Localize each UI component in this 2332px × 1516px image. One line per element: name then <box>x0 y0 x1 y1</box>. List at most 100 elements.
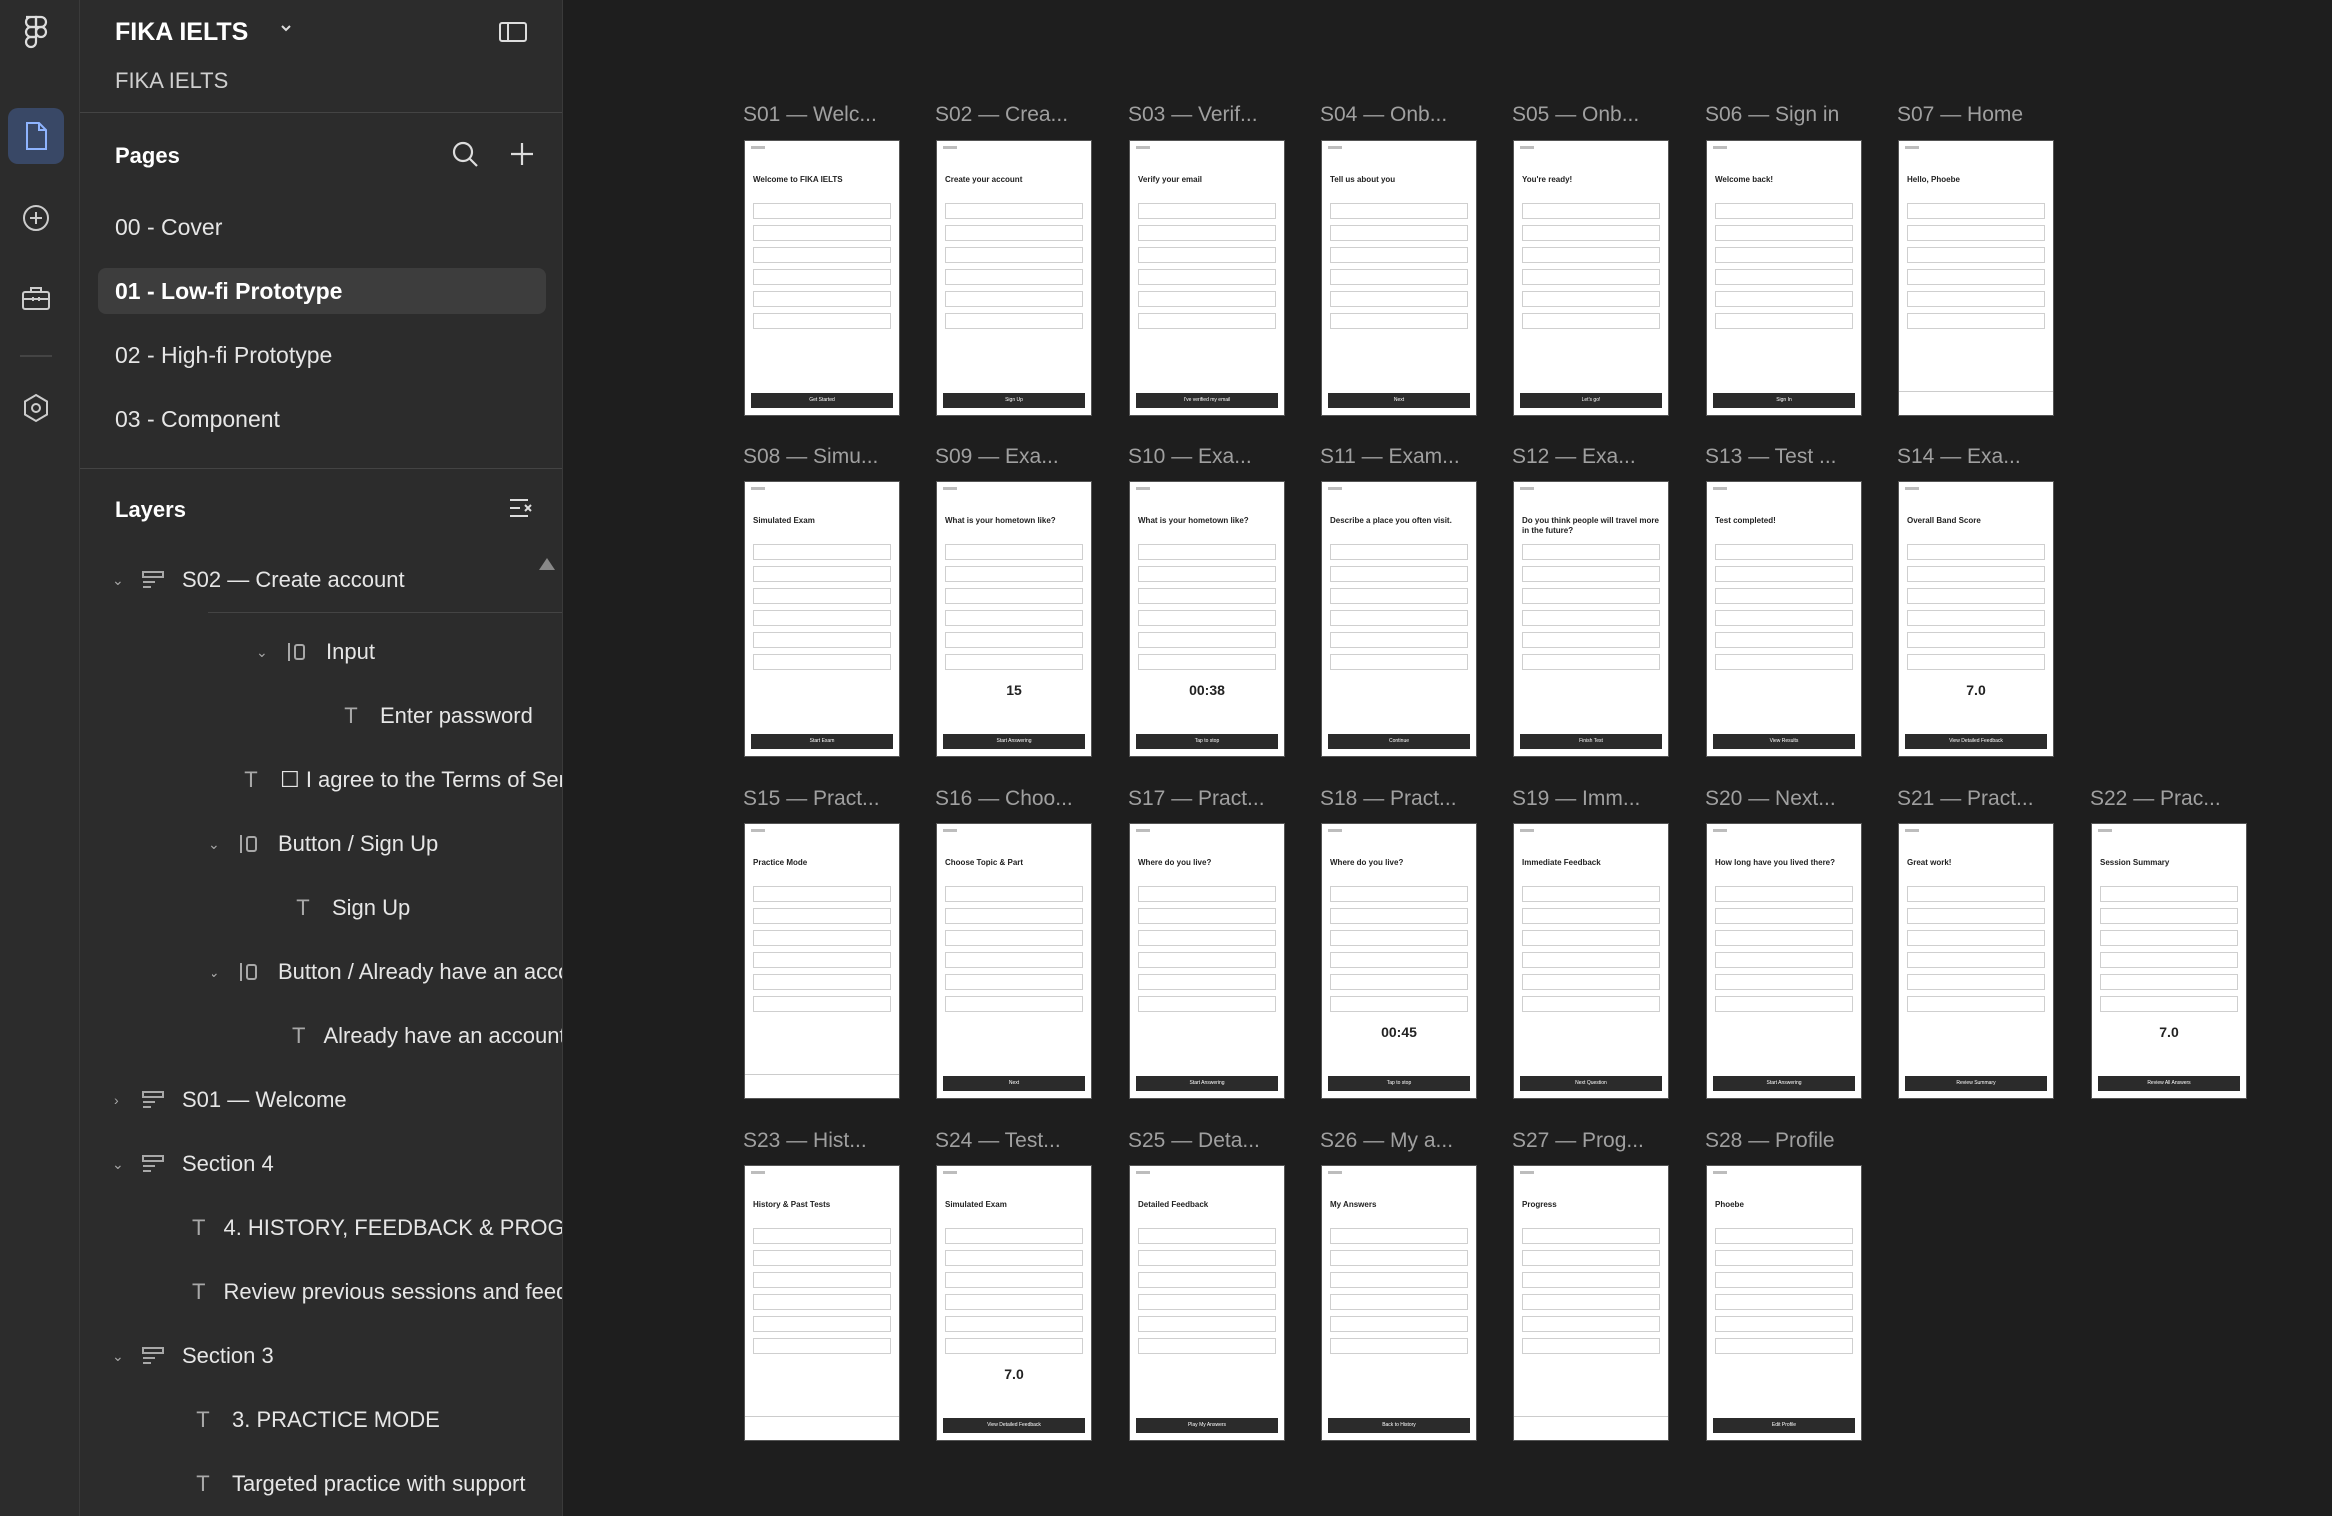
cta-button[interactable]: View Results <box>1713 734 1855 749</box>
page-item-high-fi-prototype[interactable]: 02 - High-fi Prototype <box>98 332 546 378</box>
screen-frame[interactable]: Practice Mode <box>744 823 900 1099</box>
layer-row-frame[interactable]: ⌄ Section 4 <box>112 1144 522 1184</box>
frame-label[interactable]: S02 — Crea... <box>935 103 1093 127</box>
layer-row-text[interactable]: T 4. HISTORY, FEEDBACK & PROGRESS <box>192 1208 562 1248</box>
cta-button[interactable]: Back to History <box>1328 1418 1470 1433</box>
toolbox-icon[interactable] <box>8 270 64 326</box>
frame-label[interactable]: S05 — Onb... <box>1512 103 1670 127</box>
search-icon[interactable] <box>451 140 479 173</box>
cta-button[interactable]: Next <box>1328 393 1470 408</box>
add-page-plus-icon[interactable] <box>508 140 536 173</box>
screen-frame[interactable]: Simulated Exam Start Exam <box>744 481 900 757</box>
cta-button[interactable]: View Detailed Feedback <box>1905 734 2047 749</box>
frame-label[interactable]: S11 — Exam... <box>1320 445 1478 469</box>
frame-label[interactable]: S21 — Pract... <box>1897 787 2055 811</box>
frame-label[interactable]: S04 — Onb... <box>1320 103 1478 127</box>
frame-label[interactable]: S09 — Exa... <box>935 445 1093 469</box>
screen-frame[interactable]: Great work! Review Summary <box>1898 823 2054 1099</box>
screen-frame[interactable]: Progress <box>1513 1165 1669 1441</box>
frame-label[interactable]: S24 — Test... <box>935 1129 1093 1153</box>
collapse-layers-icon[interactable] <box>508 496 536 527</box>
page-item-low-fi-prototype[interactable]: 01 - Low-fi Prototype <box>98 268 546 314</box>
frame-label[interactable]: S28 — Profile <box>1705 1129 1863 1153</box>
layer-row-text[interactable]: T Sign Up <box>292 888 562 928</box>
layer-row-text[interactable]: T Targeted practice with support <box>192 1464 562 1504</box>
frame-label[interactable]: S03 — Verif... <box>1128 103 1286 127</box>
frame-label[interactable]: S22 — Prac... <box>2090 787 2248 811</box>
sidebar-toggle-icon[interactable] <box>498 20 528 49</box>
plugins-hex-icon[interactable] <box>8 380 64 436</box>
screen-frame[interactable]: Describe a place you often visit. Continu… <box>1321 481 1477 757</box>
cta-button[interactable]: Sign In <box>1713 393 1855 408</box>
frame-label[interactable]: S25 — Deta... <box>1128 1129 1286 1153</box>
layer-row-autolayout[interactable]: ⌄ Button / Sign Up <box>208 824 562 864</box>
layer-row-frame[interactable]: ⌄ S02 — Create account <box>112 560 522 600</box>
frame-label[interactable]: S15 — Pract... <box>743 787 901 811</box>
frame-label[interactable]: S13 — Test ... <box>1705 445 1863 469</box>
cta-button[interactable]: Sign Up <box>943 393 1085 408</box>
screen-frame[interactable]: How long have you lived there? Start Answ… <box>1706 823 1862 1099</box>
layer-row-autolayout[interactable]: ⌄ Input <box>256 632 560 672</box>
cta-button[interactable]: Review All Answers <box>2098 1076 2240 1091</box>
scroll-up-arrow-icon[interactable] <box>537 556 557 577</box>
frame-label[interactable]: S07 — Home <box>1897 103 2055 127</box>
screen-frame[interactable]: Immediate Feedback Next Question <box>1513 823 1669 1099</box>
screen-frame[interactable]: Where do you live? Start Answering <box>1129 823 1285 1099</box>
cta-button[interactable]: Play My Answers <box>1136 1418 1278 1433</box>
layer-row-frame[interactable]: ⌄ Section 3 <box>112 1336 522 1376</box>
frame-label[interactable]: S18 — Pract... <box>1320 787 1478 811</box>
screen-frame[interactable]: Session Summary 7.0 Review All Answers <box>2091 823 2247 1099</box>
screen-frame[interactable]: Choose Topic & Part Next <box>936 823 1092 1099</box>
screen-frame[interactable]: My Answers Back to History <box>1321 1165 1477 1441</box>
cta-button[interactable]: Review Summary <box>1905 1076 2047 1091</box>
cta-button[interactable]: Get Started <box>751 393 893 408</box>
chevron-down-icon[interactable] <box>278 20 294 41</box>
screen-frame[interactable]: Overall Band Score 7.0 View Detailed Feedb… <box>1898 481 2054 757</box>
cta-button[interactable]: Start Answering <box>1713 1076 1855 1091</box>
screen-frame[interactable]: Do you think people will travel more in … <box>1513 481 1669 757</box>
figma-logo-icon[interactable] <box>8 4 64 60</box>
screen-frame[interactable]: You're ready! Let's go! <box>1513 140 1669 416</box>
screen-frame[interactable]: Test completed! View Results <box>1706 481 1862 757</box>
layer-row-autolayout[interactable]: ⌄ Button / Already have an account <box>212 952 562 992</box>
layer-row-frame[interactable]: › S01 — Welcome <box>114 1080 522 1120</box>
frame-label[interactable]: S20 — Next... <box>1705 787 1863 811</box>
cta-button[interactable]: Finish Test <box>1520 734 1662 749</box>
design-canvas[interactable]: S01 — Welc... Welcome to FIKA IELTS Get St… <box>563 0 2332 1516</box>
frame-label[interactable]: S08 — Simu... <box>743 445 901 469</box>
screen-frame[interactable]: Phoebe Edit Profile <box>1706 1165 1862 1441</box>
cta-button[interactable]: Start Answering <box>943 734 1085 749</box>
frame-label[interactable]: S27 — Prog... <box>1512 1129 1670 1153</box>
cta-button[interactable]: Tap to stop <box>1136 734 1278 749</box>
frame-label[interactable]: S16 — Choo... <box>935 787 1093 811</box>
cta-button[interactable]: Edit Profile <box>1713 1418 1855 1433</box>
cta-button[interactable]: Let's go! <box>1520 393 1662 408</box>
frame-label[interactable]: S06 — Sign in <box>1705 103 1863 127</box>
screen-frame[interactable]: Welcome back! Sign In <box>1706 140 1862 416</box>
cta-button[interactable]: Next <box>943 1076 1085 1091</box>
layer-row-text[interactable]: T Already have an account? Sign in <box>292 1016 562 1056</box>
frame-label[interactable]: S17 — Pract... <box>1128 787 1286 811</box>
cta-button[interactable]: I've verified my email <box>1136 393 1278 408</box>
frame-label[interactable]: S26 — My a... <box>1320 1129 1478 1153</box>
page-item-component[interactable]: 03 - Component <box>98 396 546 442</box>
cta-button[interactable]: View Detailed Feedback <box>943 1418 1085 1433</box>
cta-button[interactable]: Next Question <box>1520 1076 1662 1091</box>
cta-button[interactable]: Start Exam <box>751 734 893 749</box>
screen-frame[interactable]: Tell us about you Next <box>1321 140 1477 416</box>
screen-frame[interactable]: Verify your email I've verified my email <box>1129 140 1285 416</box>
layer-row-text[interactable]: T 3. PRACTICE MODE <box>192 1400 562 1440</box>
page-item-cover[interactable]: 00 - Cover <box>98 204 546 250</box>
screen-frame[interactable]: Create your account Sign Up <box>936 140 1092 416</box>
frame-label[interactable]: S19 — Imm... <box>1512 787 1670 811</box>
screen-frame[interactable]: What is your hometown like? 15 Start Answe… <box>936 481 1092 757</box>
screen-frame[interactable]: Welcome to FIKA IELTS Get Started <box>744 140 900 416</box>
layer-row-text[interactable]: T Review previous sessions and feedback <box>192 1272 562 1312</box>
layer-row-text[interactable]: T Enter password <box>340 696 562 736</box>
pages-file-icon[interactable] <box>8 108 64 164</box>
screen-frame[interactable]: What is your hometown like? 00:38 Tap to s… <box>1129 481 1285 757</box>
screen-frame[interactable]: Simulated Exam 7.0 View Detailed Feedback <box>936 1165 1092 1441</box>
file-title[interactable]: FIKA IELTS <box>115 18 248 47</box>
screen-frame[interactable]: Detailed Feedback Play My Answers <box>1129 1165 1285 1441</box>
screen-frame[interactable]: History & Past Tests <box>744 1165 900 1441</box>
